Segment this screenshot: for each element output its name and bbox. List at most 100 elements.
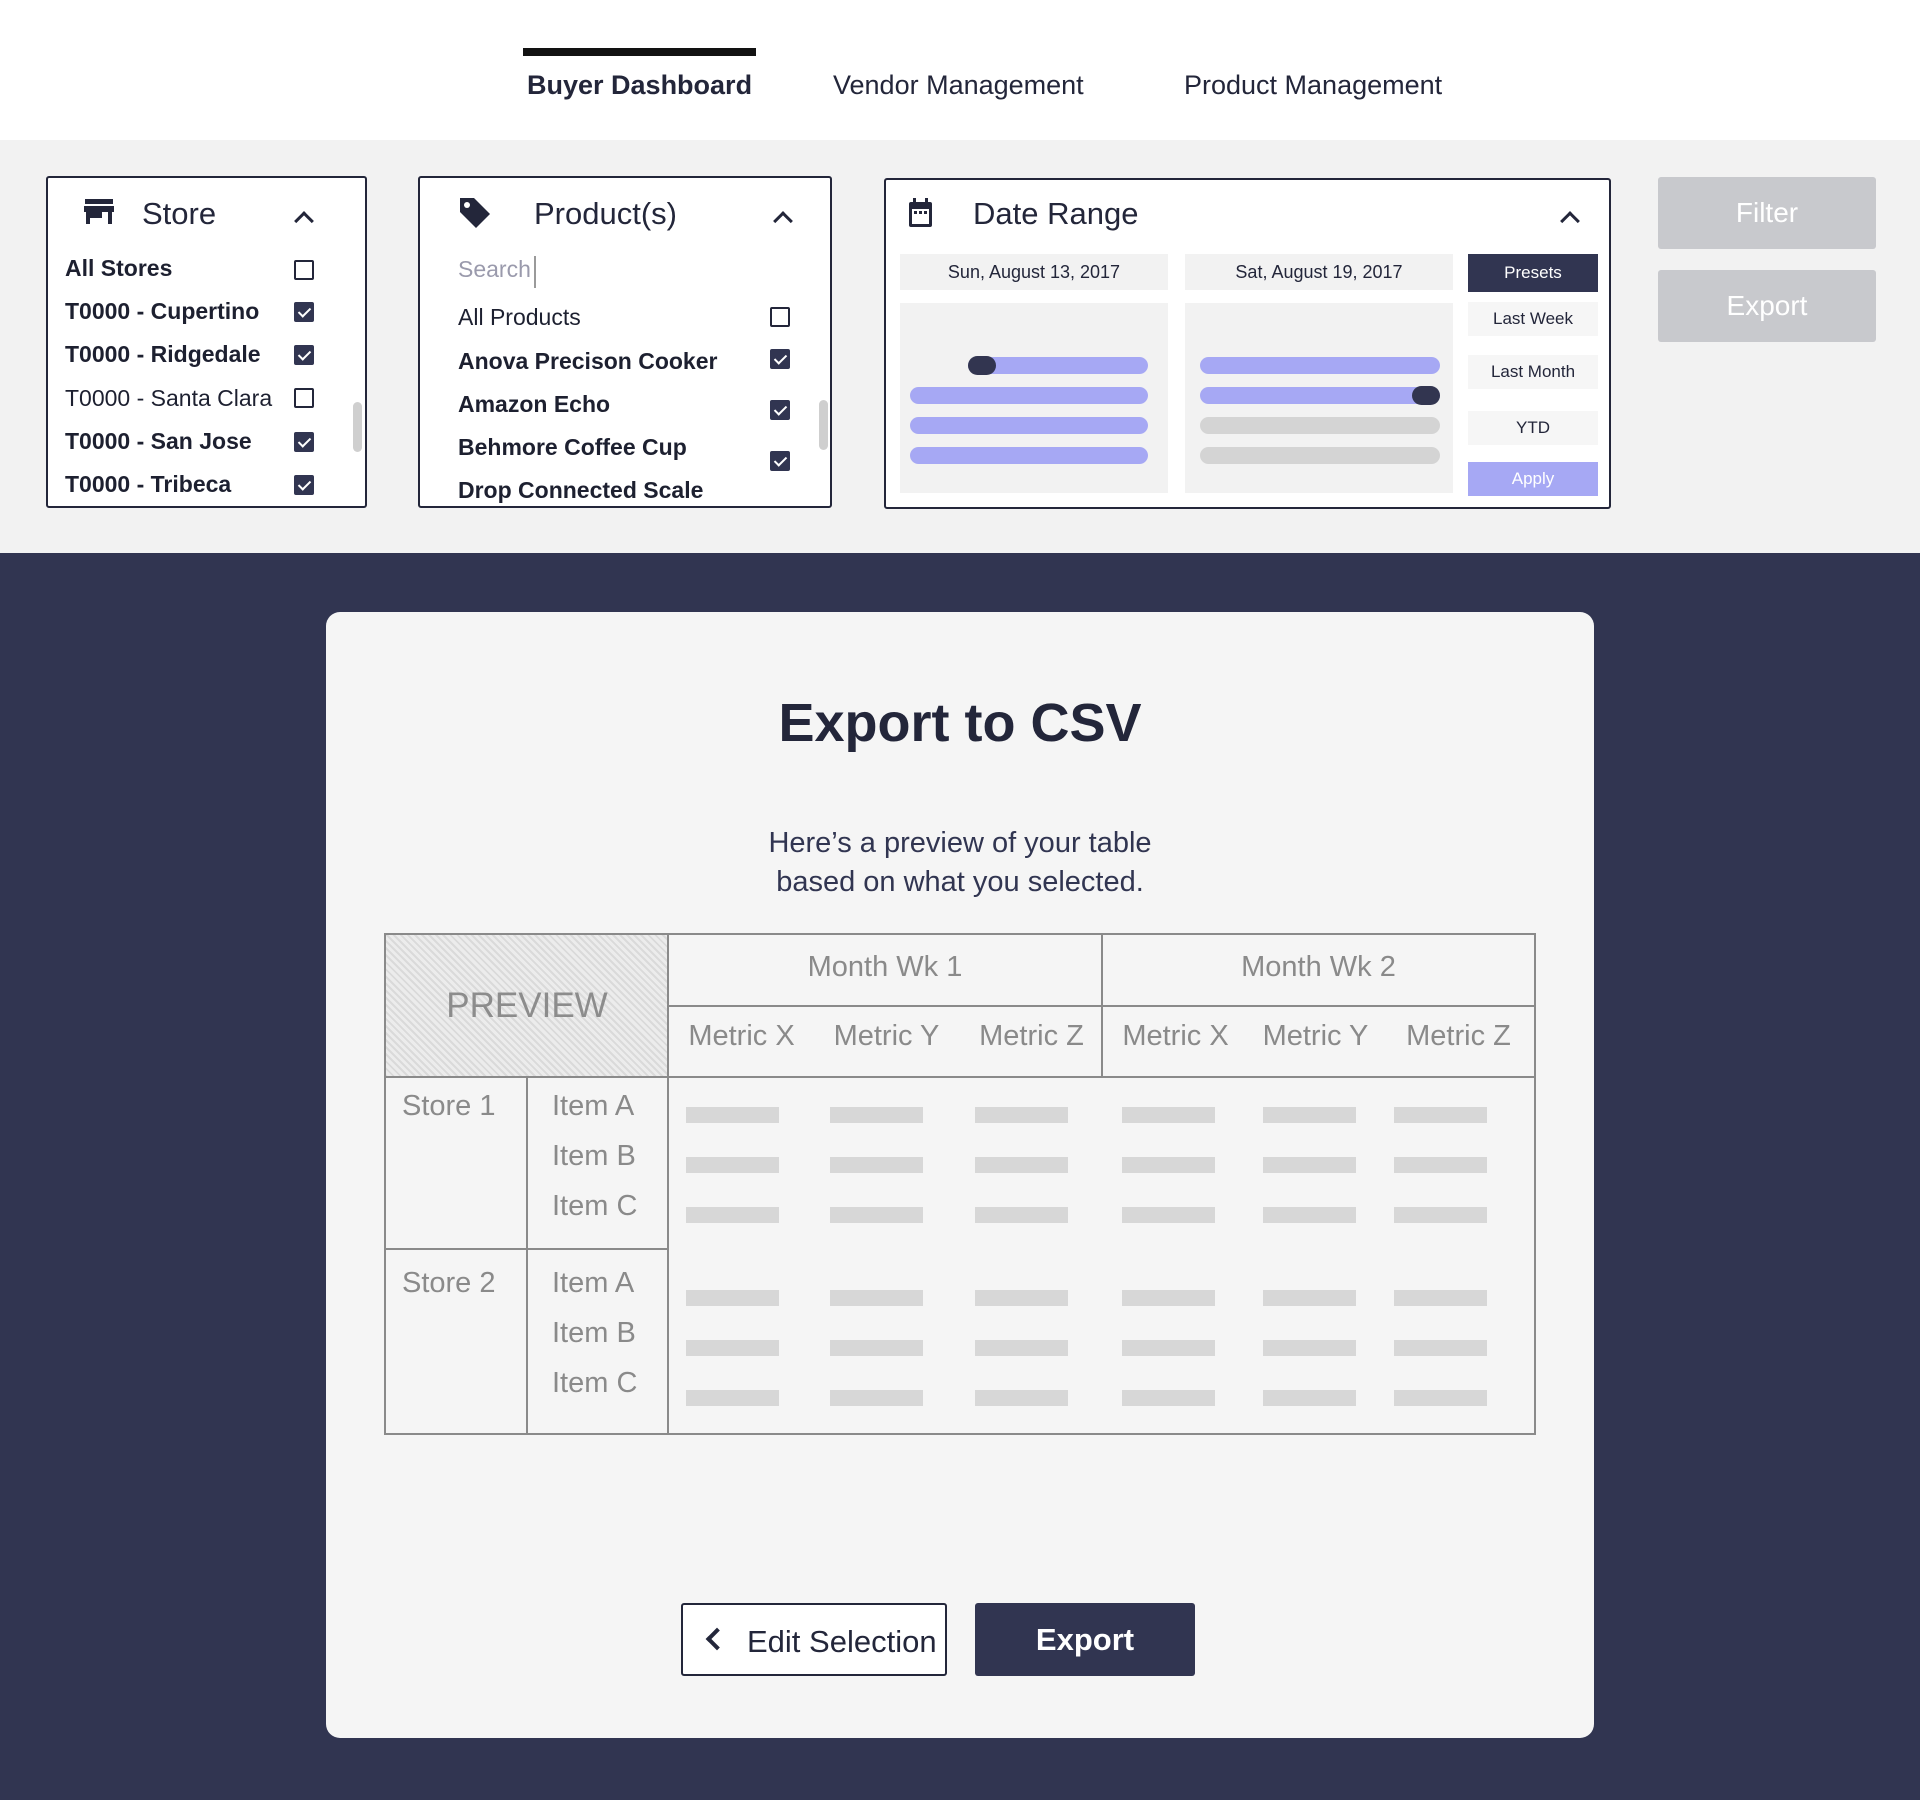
date-collapse-chevron-icon[interactable] [1560, 211, 1580, 231]
placeholder-value [686, 1290, 779, 1306]
preset-ytd[interactable]: YTD [1468, 411, 1598, 445]
modal-title: Export to CSV [778, 693, 1142, 753]
store-option: T0000 - Tribeca [65, 471, 232, 497]
placeholder-value [1122, 1107, 1215, 1123]
placeholder-value [1263, 1340, 1356, 1356]
range-end-handle[interactable] [1412, 386, 1440, 405]
product-checkbox[interactable] [770, 400, 790, 420]
placeholder-value [830, 1207, 923, 1223]
item-row-label: Item B [552, 1140, 636, 1172]
product-collapse-chevron-icon[interactable] [773, 211, 793, 231]
metric-header: Metric Z [979, 1020, 1084, 1052]
placeholder-value [1122, 1207, 1215, 1223]
export-csv-modal: Export to CSV Here’s a preview of your t… [326, 612, 1594, 1738]
apply-button[interactable]: Apply [1468, 462, 1598, 496]
store-checkbox[interactable] [294, 302, 314, 322]
placeholder-value [686, 1207, 779, 1223]
product-option: Amazon Echo [458, 391, 611, 417]
product-option: Behmore Coffee Cup [458, 434, 687, 460]
date-range-track[interactable] [1200, 447, 1440, 464]
placeholder-value [1263, 1107, 1356, 1123]
edit-selection-label: Edit Selection [747, 1624, 937, 1659]
product-filter-title: Product(s) [534, 196, 677, 231]
store-checkbox-all[interactable] [294, 260, 314, 280]
item-row-label: Item A [552, 1090, 635, 1122]
tab-vendor-management[interactable]: Vendor Management [833, 70, 1084, 101]
store-option: T0000 - Cupertino [65, 298, 260, 324]
store-option: T0000 - San Jose [65, 428, 252, 454]
metric-header: Metric X [1122, 1020, 1229, 1052]
product-checkbox-all[interactable] [770, 307, 790, 327]
placeholder-value [1394, 1207, 1487, 1223]
placeholder-value [1122, 1390, 1215, 1406]
product-checkbox[interactable] [770, 451, 790, 471]
store-checkbox[interactable] [294, 388, 314, 408]
product-checkbox[interactable] [770, 349, 790, 369]
placeholder-value [975, 1207, 1068, 1223]
table-divider [386, 1248, 668, 1250]
placeholder-value [830, 1290, 923, 1306]
date-range-track[interactable] [910, 387, 1148, 404]
placeholder-value [686, 1107, 779, 1123]
date-range-track[interactable] [910, 417, 1148, 434]
placeholder-value [1122, 1157, 1215, 1173]
week-header: Month Wk 1 [807, 951, 963, 983]
filter-button[interactable]: Filter [1658, 177, 1876, 249]
placeholder-value [1263, 1390, 1356, 1406]
placeholder-value [1122, 1340, 1215, 1356]
item-row-label: Item B [552, 1317, 636, 1349]
store-checkbox[interactable] [294, 432, 314, 452]
placeholder-value [1263, 1290, 1356, 1306]
product-filter-panel: Product(s) Search All Products Anova Pre… [418, 176, 832, 508]
placeholder-value [1263, 1157, 1356, 1173]
placeholder-value [830, 1107, 923, 1123]
product-search-input[interactable]: Search [458, 256, 536, 288]
product-option-all: All Products [458, 304, 581, 330]
store-scrollbar[interactable] [353, 402, 362, 452]
item-row-label: Item C [552, 1190, 638, 1222]
placeholder-value [1122, 1290, 1215, 1306]
product-scrollbar[interactable] [819, 400, 828, 450]
preview-table: PREVIEW Month Wk 1 Month Wk 2 Metric X M… [384, 933, 1536, 1435]
edit-selection-button[interactable]: Edit Selection [681, 1603, 947, 1676]
placeholder-value [975, 1107, 1068, 1123]
end-date-field[interactable]: Sat, August 19, 2017 [1185, 254, 1453, 290]
date-range-track[interactable] [1200, 357, 1440, 374]
placeholder-value [1394, 1290, 1487, 1306]
modal-subtitle: Here’s a preview of your table based on … [326, 824, 1594, 902]
week-header: Month Wk 2 [1241, 951, 1396, 983]
tab-buyer-dashboard[interactable]: Buyer Dashboard [522, 48, 757, 101]
date-range-panel: Date Range Sun, August 13, 2017 Sat, Aug… [884, 178, 1611, 509]
export-top-button[interactable]: Export [1658, 270, 1876, 342]
chevron-left-icon [705, 1627, 729, 1651]
placeholder-value [686, 1157, 779, 1173]
product-option: Anova Precison Cooker [458, 348, 718, 374]
store-collapse-chevron-icon[interactable] [294, 211, 314, 231]
placeholder-value [975, 1340, 1068, 1356]
range-start-handle[interactable] [968, 356, 996, 375]
store-checkbox[interactable] [294, 345, 314, 365]
store-checkbox[interactable] [294, 475, 314, 495]
placeholder-value [686, 1340, 779, 1356]
placeholder-value [830, 1390, 923, 1406]
placeholder-value [686, 1390, 779, 1406]
product-search-placeholder: Search [458, 256, 531, 282]
placeholder-value [1263, 1207, 1356, 1223]
export-button[interactable]: Export [975, 1603, 1195, 1676]
store-icon [84, 199, 114, 224]
date-range-track[interactable] [910, 447, 1148, 464]
tab-product-management[interactable]: Product Management [1184, 70, 1442, 101]
start-date-slider-area [900, 303, 1168, 493]
placeholder-value [830, 1157, 923, 1173]
preset-last-week[interactable]: Last Week [1468, 302, 1598, 336]
table-divider [526, 1076, 528, 1433]
date-range-track[interactable] [1200, 387, 1440, 404]
modal-subtitle-line: Here’s a preview of your table [768, 827, 1152, 859]
placeholder-value [1394, 1340, 1487, 1356]
item-row-label: Item A [552, 1267, 635, 1299]
metric-header: Metric Y [1262, 1020, 1369, 1052]
store-row-label: Store 1 [402, 1090, 496, 1122]
preset-last-month[interactable]: Last Month [1468, 355, 1598, 389]
date-range-track[interactable] [1200, 417, 1440, 434]
start-date-field[interactable]: Sun, August 13, 2017 [900, 254, 1168, 290]
